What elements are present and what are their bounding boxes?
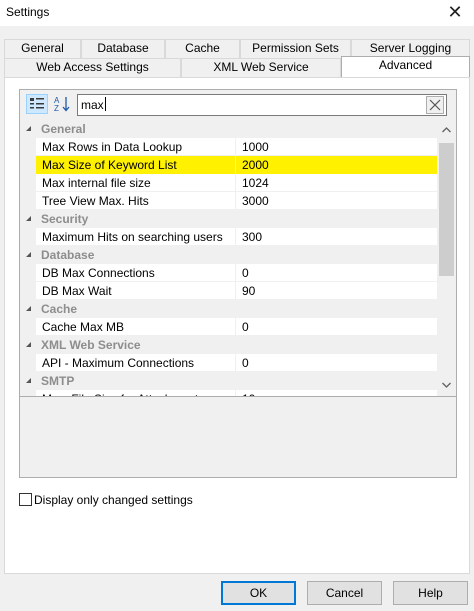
property-name[interactable]: Max Rows in Data Lookup [36, 138, 236, 156]
chevron-down-icon [442, 382, 451, 388]
category-row[interactable]: Database [20, 246, 437, 264]
row-gutter [20, 192, 36, 210]
alphabetical-sort-icon: A Z [54, 96, 70, 113]
property-row[interactable]: DB Max Wait 90 [20, 282, 437, 300]
clear-search-icon [429, 99, 441, 111]
tab-database[interactable]: Database [81, 39, 165, 58]
category-label: Cache [41, 302, 78, 316]
property-name[interactable]: API - Maximum Connections [36, 354, 236, 372]
property-value[interactable]: 90 [236, 282, 437, 300]
property-value[interactable]: 0 [236, 354, 437, 372]
categorized-view-icon [30, 98, 44, 109]
tab-advanced[interactable]: Advanced [341, 56, 470, 77]
property-row[interactable]: Tree View Max. Hits 3000 [20, 192, 437, 210]
category-row[interactable]: Cache [20, 300, 437, 318]
close-icon[interactable]: ✕ [444, 2, 466, 22]
category-label: SMTP [41, 374, 75, 388]
collapse-triangle-icon[interactable] [25, 125, 32, 132]
row-gutter [20, 282, 36, 300]
categorized-view-button[interactable] [26, 94, 48, 114]
property-grid: A Z max General Max Rows in Data Lookup 10… [19, 89, 457, 478]
property-name[interactable]: DB Max Wait [36, 282, 236, 300]
property-rows: General Max Rows in Data Lookup 1000 Max Si… [20, 120, 437, 396]
changed-only-checkbox[interactable] [19, 493, 32, 506]
property-name[interactable]: DB Max Connections [36, 264, 236, 282]
property-value[interactable]: 0 [236, 318, 437, 336]
property-name[interactable]: Cache Max MB [36, 318, 236, 336]
category-row[interactable]: XML Web Service [20, 336, 437, 354]
tab-permission-sets[interactable]: Permission Sets [240, 39, 351, 58]
row-gutter [20, 354, 36, 372]
property-value[interactable]: 1024 [236, 174, 437, 192]
alphabetical-sort-button[interactable]: A Z [51, 94, 73, 114]
svg-text:Z: Z [54, 104, 59, 113]
row-gutter [20, 264, 36, 282]
property-value[interactable]: 2000 [236, 156, 437, 174]
ok-button[interactable]: OK [221, 581, 296, 605]
property-row[interactable]: Max internal file size 1024 [20, 174, 437, 192]
chevron-up-icon [442, 127, 451, 133]
property-value[interactable]: 300 [236, 228, 437, 246]
row-gutter [20, 174, 36, 192]
text-caret [104, 97, 106, 111]
changed-only-label: Display only changed settings [34, 493, 193, 507]
tab-xml-web-service[interactable]: XML Web Service [181, 58, 341, 77]
help-button[interactable]: Help [393, 581, 468, 605]
scroll-up-button[interactable] [439, 123, 454, 137]
title-bar: Settings ✕ [0, 0, 474, 26]
category-label: Security [41, 212, 89, 226]
description-pane [20, 396, 456, 477]
collapse-triangle-icon[interactable] [25, 377, 32, 384]
cancel-button[interactable]: Cancel [307, 581, 382, 605]
category-label: XML Web Service [41, 338, 141, 352]
scroll-thumb[interactable] [439, 143, 454, 276]
property-row[interactable]: API - Maximum Connections 0 [20, 354, 437, 372]
property-name[interactable]: Max internal file size [36, 174, 236, 192]
scroll-down-button[interactable] [439, 378, 454, 392]
row-gutter [20, 228, 36, 246]
property-value[interactable]: 3000 [236, 192, 437, 210]
row-gutter [20, 318, 36, 336]
category-row[interactable]: SMTP [20, 372, 437, 390]
property-row[interactable]: Max Size of Keyword List 2000 [20, 156, 437, 174]
property-name[interactable]: Maximum Hits on searching users [36, 228, 236, 246]
property-name[interactable]: Tree View Max. Hits [36, 192, 236, 210]
search-value: max [81, 98, 104, 112]
tab-general[interactable]: General [4, 39, 81, 58]
window-title: Settings [6, 5, 50, 19]
collapse-triangle-icon[interactable] [25, 215, 32, 222]
property-value[interactable]: 0 [236, 264, 437, 282]
tab-cache[interactable]: Cache [165, 39, 240, 58]
property-value[interactable]: 1000 [236, 138, 437, 156]
row-gutter [20, 156, 36, 174]
property-row[interactable]: Cache Max MB 0 [20, 318, 437, 336]
category-row[interactable]: General [20, 120, 437, 138]
property-row[interactable]: Maximum Hits on searching users 300 [20, 228, 437, 246]
category-row[interactable]: Security [20, 210, 437, 228]
collapse-triangle-icon[interactable] [25, 341, 32, 348]
row-gutter [20, 138, 36, 156]
collapse-triangle-icon[interactable] [25, 305, 32, 312]
property-grid-toolbar: A Z max [20, 90, 456, 120]
property-row[interactable]: Max Rows in Data Lookup 1000 [20, 138, 437, 156]
vertical-scrollbar[interactable] [437, 120, 456, 396]
tab-web-access-settings[interactable]: Web Access Settings [4, 58, 181, 77]
search-input[interactable]: max [77, 94, 447, 116]
clear-search-button[interactable] [426, 96, 444, 114]
property-name[interactable]: Max Size of Keyword List [36, 156, 236, 174]
property-row[interactable]: DB Max Connections 0 [20, 264, 437, 282]
category-label: Database [41, 248, 95, 262]
category-label: General [41, 122, 86, 136]
collapse-triangle-icon[interactable] [25, 251, 32, 258]
